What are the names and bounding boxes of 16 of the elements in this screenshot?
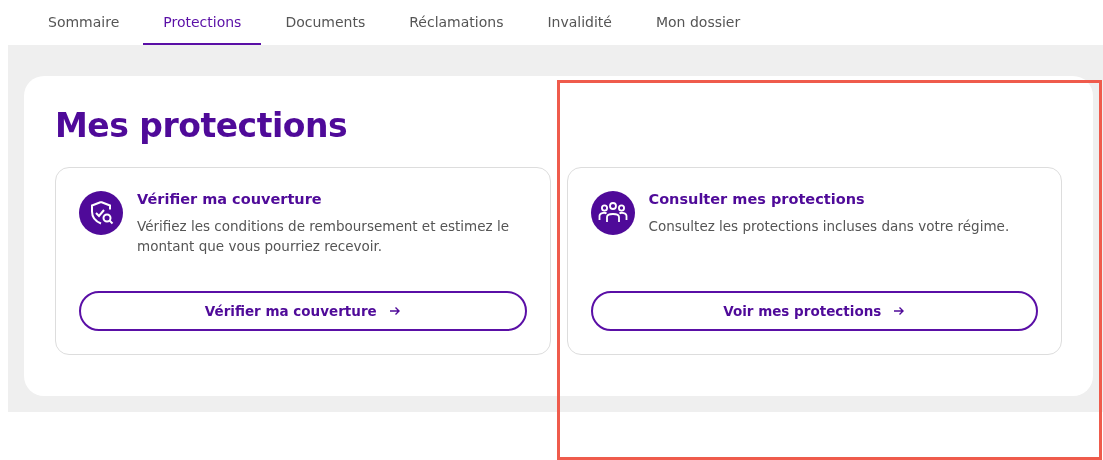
page-title: Mes protections bbox=[55, 106, 349, 145]
nav-tab[interactable]: Sommaire bbox=[28, 0, 140, 45]
card-button[interactable]: Voir mes protections bbox=[590, 291, 1038, 331]
card-description: Consultez les protections incluses dans votre régime. bbox=[648, 217, 1010, 236]
people-icon bbox=[590, 191, 635, 235]
card-button[interactable]: Vérifier ma couverture bbox=[79, 291, 527, 331]
card-title: Consulter mes protections bbox=[648, 191, 866, 207]
card-title: Vérifier ma couverture bbox=[137, 191, 323, 207]
arrow-icon bbox=[893, 305, 906, 317]
nav-tab[interactable]: Mon dossier bbox=[635, 0, 761, 45]
nav-tab[interactable]: Invalidité bbox=[527, 0, 632, 45]
arrow-icon bbox=[388, 305, 401, 317]
nav-tab[interactable]: Documents bbox=[265, 0, 386, 45]
nav-tab[interactable]: Réclamations bbox=[389, 0, 524, 45]
shield-check-icon bbox=[79, 191, 123, 235]
card-description: Vérifiez les conditions de remboursement et estimez le montant que vous pourriez recevoir. bbox=[137, 217, 510, 256]
